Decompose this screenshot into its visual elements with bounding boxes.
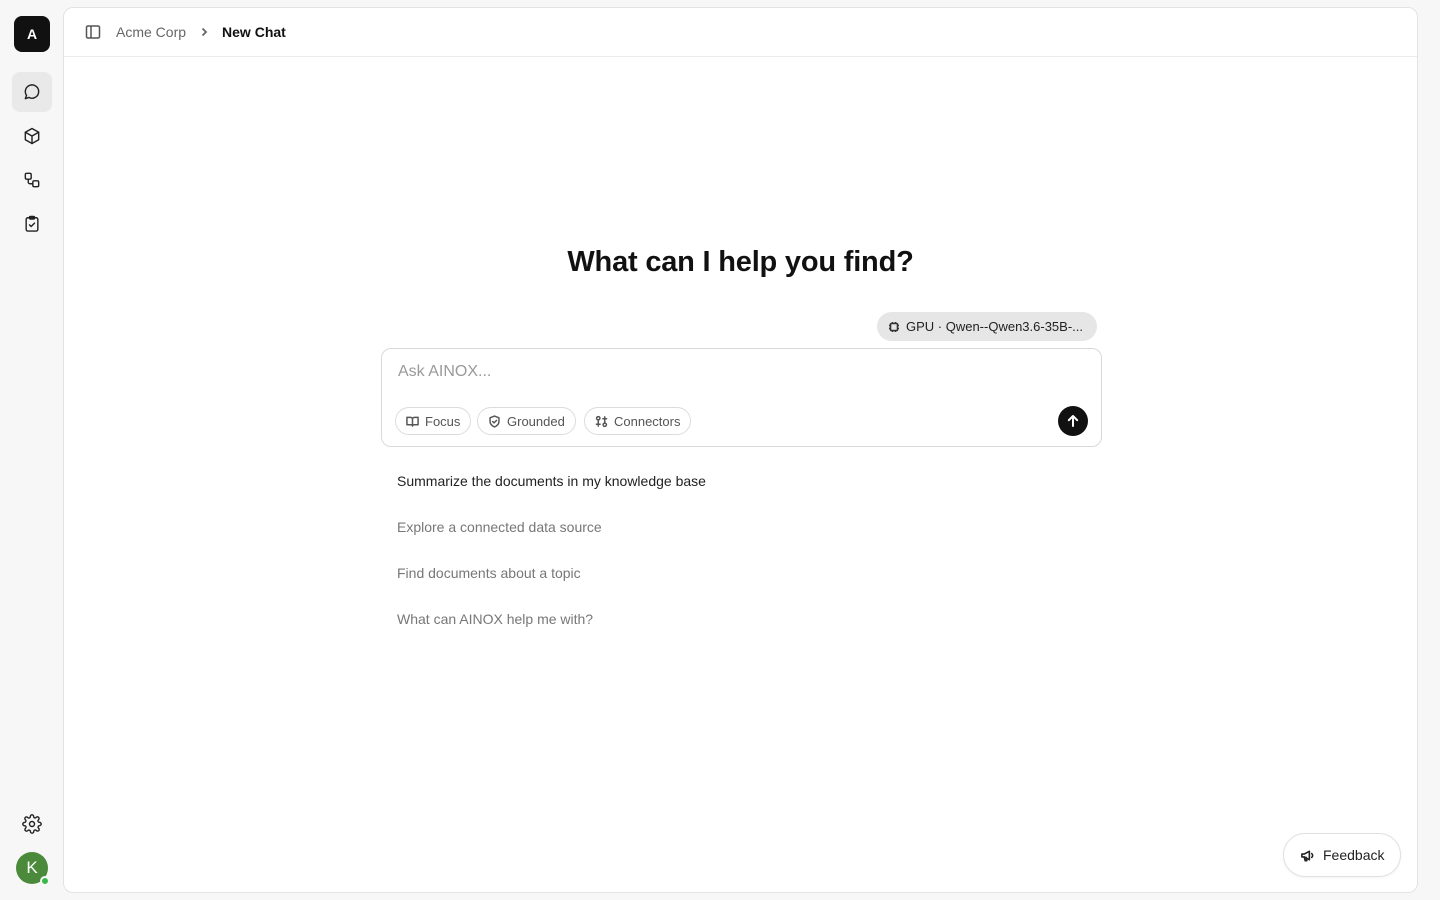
sidebar-item-tasks[interactable] xyxy=(12,204,52,244)
connectors-chip-label: Connectors xyxy=(614,413,681,429)
suggestion-item[interactable]: Explore a connected data source xyxy=(397,519,602,535)
settings-button[interactable] xyxy=(12,804,52,844)
cpu-icon xyxy=(889,321,899,332)
chat-bubble-icon xyxy=(24,84,40,100)
model-label: GPU · Qwen--Qwen3.6-35B-... xyxy=(906,319,1083,334)
clipboard-check-icon xyxy=(25,215,39,232)
book-open-icon xyxy=(406,416,419,427)
feedback-label: Feedback xyxy=(1323,847,1385,863)
suggestion-item[interactable]: Summarize the documents in my knowledge … xyxy=(397,473,706,489)
breadcrumb-current: New Chat xyxy=(222,24,286,40)
focus-chip[interactable]: Focus xyxy=(395,407,472,435)
left-rail: A K xyxy=(0,0,64,900)
sidebar-toggle-button[interactable] xyxy=(84,23,102,41)
gear-icon xyxy=(22,814,42,834)
focus-chip-label: Focus xyxy=(425,413,461,429)
chat-composer: Focus Grounded Connectors xyxy=(381,348,1102,447)
connectors-icon xyxy=(595,415,608,427)
page-heading: What can I help you find? xyxy=(567,246,914,278)
sidebar-item-chat[interactable] xyxy=(12,72,52,112)
chat-input[interactable] xyxy=(398,363,1078,381)
top-bar: Acme Corp New Chat xyxy=(64,8,1417,57)
suggestion-item[interactable]: What can AINOX help me with? xyxy=(397,611,593,627)
connectors-chip[interactable]: Connectors xyxy=(584,407,692,435)
breadcrumb: Acme Corp New Chat xyxy=(102,24,286,40)
cube-icon xyxy=(24,127,40,145)
megaphone-icon xyxy=(1301,849,1314,861)
chevron-right-icon xyxy=(198,26,210,38)
sidebar-item-models[interactable] xyxy=(12,116,52,156)
avatar-initial: K xyxy=(26,858,38,877)
main-panel: Acme Corp New Chat What can I help you f… xyxy=(63,7,1418,893)
grounded-chip-label: Grounded xyxy=(507,413,565,429)
user-avatar[interactable]: K xyxy=(16,852,50,886)
workflow-icon xyxy=(24,172,40,188)
breadcrumb-workspace[interactable]: Acme Corp xyxy=(116,24,186,40)
model-selector[interactable]: GPU · Qwen--Qwen3.6-35B-... xyxy=(877,312,1097,341)
app-logo[interactable]: A xyxy=(14,16,50,52)
sidebar-item-workflows[interactable] xyxy=(12,160,52,200)
feedback-button[interactable]: Feedback xyxy=(1283,833,1402,877)
shield-check-icon xyxy=(489,414,500,428)
send-button[interactable] xyxy=(1058,406,1088,436)
online-status-dot xyxy=(40,876,50,886)
arrow-up-icon xyxy=(1067,415,1079,427)
suggestion-item[interactable]: Find documents about a topic xyxy=(397,565,581,581)
grounded-chip[interactable]: Grounded xyxy=(477,407,576,435)
panel-left-icon xyxy=(85,25,101,39)
